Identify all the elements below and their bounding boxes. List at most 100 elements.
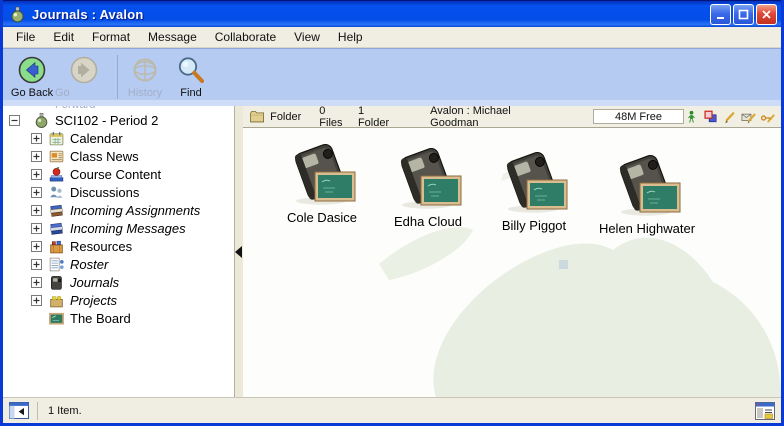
journal-book-icon <box>391 148 465 212</box>
statusbar: 1 Item. <box>3 397 781 423</box>
menubar: File Edit Format Message Collaborate Vie… <box>3 27 781 48</box>
find-label: Find <box>180 87 201 99</box>
course-icon <box>48 166 65 183</box>
board-icon <box>48 310 65 327</box>
journal-item-label: Billy Piggot <box>502 218 566 233</box>
expand-box-icon[interactable] <box>31 277 42 288</box>
journal-book-icon <box>610 155 684 219</box>
journal-item-label: Cole Dasice <box>287 210 357 225</box>
free-space-gauge: 48M Free <box>593 109 684 124</box>
folders-count: 1 Folder <box>358 105 396 129</box>
content-panel: Folder 0 Files 1 Folder Avalon : Michael… <box>243 106 781 397</box>
find-button[interactable]: Find <box>168 53 214 99</box>
tree-item-discussions[interactable]: Discussions <box>3 183 234 201</box>
history-button: History <box>122 53 168 99</box>
assignments-icon <box>48 202 65 219</box>
person-icon[interactable] <box>684 109 699 124</box>
tree-panel: SCI102 - Period 2 Calendar Class News Co… <box>3 106 235 397</box>
close-button[interactable] <box>756 4 777 25</box>
journal-item-label: Helen Highwater <box>599 221 695 236</box>
files-count: 0 Files <box>319 105 350 129</box>
tree-item-incoming-assignments[interactable]: Incoming Assignments <box>3 201 234 219</box>
toolbar: Go Back Go Forward History Find <box>3 48 781 106</box>
go-forward-icon <box>69 55 99 85</box>
collapse-box-icon[interactable] <box>9 115 20 126</box>
collapse-arrow-icon[interactable] <box>235 246 242 258</box>
window-controls <box>710 4 777 25</box>
tree-item-course-content[interactable]: Course Content <box>3 165 234 183</box>
content-header: Folder 0 Files 1 Folder Avalon : Michael… <box>243 106 781 128</box>
news-icon <box>48 148 65 165</box>
expand-box-icon[interactable] <box>31 187 42 198</box>
expand-box-icon[interactable] <box>31 151 42 162</box>
messages-icon <box>48 220 65 237</box>
menu-item-collaborate[interactable]: Collaborate <box>206 28 285 46</box>
expand-box-icon[interactable] <box>31 241 42 252</box>
expand-box-icon[interactable] <box>31 223 42 234</box>
history-icon <box>130 55 160 85</box>
journal-item[interactable]: Edha Cloud <box>375 148 481 229</box>
history-label: History <box>128 87 162 99</box>
key-edit-icon[interactable] <box>760 109 775 124</box>
tree-item-journals[interactable]: Journals <box>3 273 234 291</box>
go-forward-button: Go Forward <box>55 53 113 111</box>
tree-item-calendar[interactable]: Calendar <box>3 129 234 147</box>
go-forward-label: Go Forward <box>55 87 113 111</box>
flask-icon <box>33 112 50 129</box>
menu-item-file[interactable]: File <box>7 28 44 46</box>
resources-icon <box>48 238 65 255</box>
go-back-button[interactable]: Go Back <box>9 53 55 99</box>
expand-box-icon[interactable] <box>31 169 42 180</box>
roster-icon <box>48 256 65 273</box>
menu-item-view[interactable]: View <box>285 28 329 46</box>
folder-view[interactable]: Cole Dasice Edha Cloud Billy Piggot Hele… <box>243 128 781 397</box>
item-count-text: 1 Item. <box>48 405 82 417</box>
find-icon <box>176 55 206 85</box>
toggle-panel-icon[interactable] <box>9 402 29 419</box>
journal-item[interactable]: Helen Highwater <box>587 155 707 236</box>
menu-item-help[interactable]: Help <box>329 28 372 46</box>
pencil-icon[interactable] <box>722 109 737 124</box>
go-back-label: Go Back <box>11 87 53 99</box>
expand-box-icon[interactable] <box>31 133 42 144</box>
toolbar-separator <box>117 55 118 99</box>
main-area: SCI102 - Period 2 Calendar Class News Co… <box>3 106 781 397</box>
titlebar[interactable]: Journals : Avalon <box>3 0 781 27</box>
discussions-icon <box>48 184 65 201</box>
maximize-button[interactable] <box>733 4 754 25</box>
tree-item-roster[interactable]: Roster <box>3 255 234 273</box>
journal-item[interactable]: Billy Piggot <box>481 152 587 233</box>
projects-icon <box>48 292 65 309</box>
shared-squares-icon[interactable] <box>703 109 718 124</box>
statusbar-separator <box>37 402 38 420</box>
minimize-button[interactable] <box>710 4 731 25</box>
tree-item-resources[interactable]: Resources <box>3 237 234 255</box>
expand-box-icon[interactable] <box>31 295 42 306</box>
go-back-icon <box>17 55 47 85</box>
journal-book-icon <box>497 152 571 216</box>
tree-item-class-news[interactable]: Class News <box>3 147 234 165</box>
folder-icon <box>249 108 265 125</box>
message-edit-icon[interactable] <box>741 109 756 124</box>
header-icons <box>684 109 777 124</box>
layout-view-icon[interactable] <box>755 402 775 420</box>
folder-type-label: Folder <box>270 111 301 123</box>
splitter[interactable] <box>235 106 243 397</box>
menu-item-format[interactable]: Format <box>83 28 139 46</box>
tree-item-the-board[interactable]: The Board <box>3 309 234 327</box>
calendar-icon <box>48 130 65 147</box>
journal-icon <box>48 274 65 291</box>
expand-box-icon[interactable] <box>31 259 42 270</box>
owner-text: Avalon : Michael Goodman <box>430 105 555 129</box>
tree-item-incoming-messages[interactable]: Incoming Messages <box>3 219 234 237</box>
expand-box-icon[interactable] <box>31 205 42 216</box>
journal-item-label: Edha Cloud <box>394 214 462 229</box>
free-space-text: 48M Free <box>615 111 662 123</box>
menu-item-edit[interactable]: Edit <box>44 28 83 46</box>
app-icon <box>9 6 26 23</box>
tree-root-sci102[interactable]: SCI102 - Period 2 <box>3 111 234 129</box>
menu-item-message[interactable]: Message <box>139 28 206 46</box>
tree-item-projects[interactable]: Projects <box>3 291 234 309</box>
journal-book-icon <box>285 144 359 208</box>
journal-item[interactable]: Cole Dasice <box>269 144 375 225</box>
